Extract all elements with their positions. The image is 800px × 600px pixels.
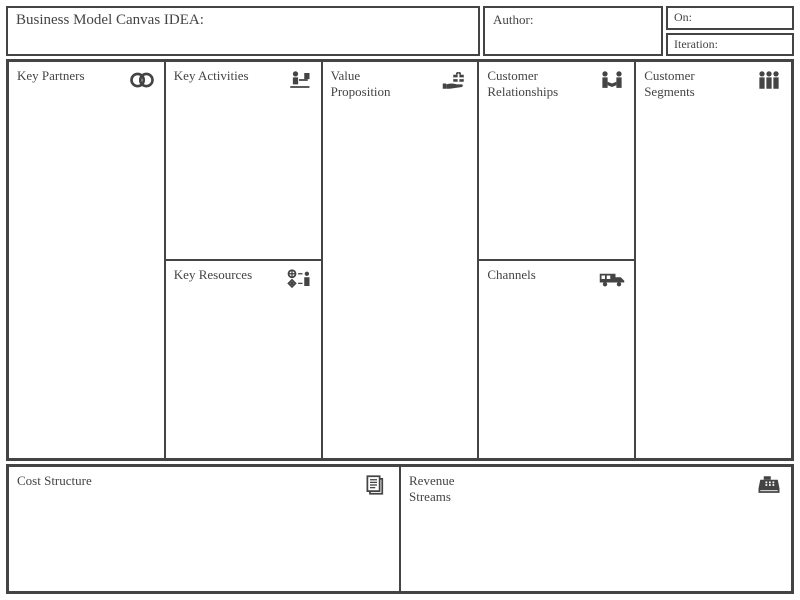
- header-row: Business Model Canvas IDEA: Author: On: …: [6, 6, 794, 56]
- key-activities-cell: Key Activities: [165, 61, 322, 260]
- key-resources-title: Key Resources: [174, 267, 252, 283]
- rings-icon: [128, 68, 156, 92]
- iteration-label: Iteration:: [674, 37, 718, 51]
- author-cell: Author:: [483, 6, 663, 56]
- truck-icon: [598, 267, 626, 291]
- author-label: Author:: [493, 12, 533, 27]
- channels-cell: Channels: [478, 260, 635, 459]
- gift-hand-icon: [441, 68, 469, 92]
- key-resources-cell: Key Resources: [165, 260, 322, 459]
- on-label: On:: [674, 10, 692, 24]
- value-proposition-cell: Value Proposition: [322, 61, 479, 459]
- revenue-streams-cell: Revenue Streams: [400, 466, 792, 592]
- people-group-icon: [755, 68, 783, 92]
- customer-segments-title: Customer Segments: [644, 68, 724, 99]
- value-proposition-title: Value Proposition: [331, 68, 411, 99]
- channels-title: Channels: [487, 267, 535, 283]
- customer-relationships-cell: Customer Relationships: [478, 61, 635, 260]
- canvas-title-cell: Business Model Canvas IDEA:: [6, 6, 480, 56]
- main-grid: Key Partners Key Activities: [6, 59, 794, 461]
- handshake-icon: [598, 68, 626, 92]
- documents-icon: [363, 473, 391, 497]
- key-activities-title: Key Activities: [174, 68, 249, 84]
- customer-relationships-title: Customer Relationships: [487, 68, 567, 99]
- cash-register-icon: [755, 473, 783, 497]
- iteration-cell: Iteration:: [666, 33, 794, 57]
- on-cell: On:: [666, 6, 794, 30]
- cost-structure-cell: Cost Structure: [8, 466, 400, 592]
- key-partners-cell: Key Partners: [8, 61, 165, 459]
- cost-structure-title: Cost Structure: [17, 473, 92, 489]
- key-partners-title: Key Partners: [17, 68, 85, 84]
- resources-icon: [285, 267, 313, 291]
- canvas-title-label: Business Model Canvas IDEA:: [16, 12, 204, 28]
- meta-column: On: Iteration:: [666, 6, 794, 56]
- customer-segments-cell: Customer Segments: [635, 61, 792, 459]
- bottom-row: Cost Structure Revenue Streams: [6, 464, 794, 594]
- business-model-canvas: Business Model Canvas IDEA: Author: On: …: [6, 6, 794, 594]
- desk-worker-icon: [285, 68, 313, 92]
- revenue-streams-title: Revenue Streams: [409, 473, 489, 504]
